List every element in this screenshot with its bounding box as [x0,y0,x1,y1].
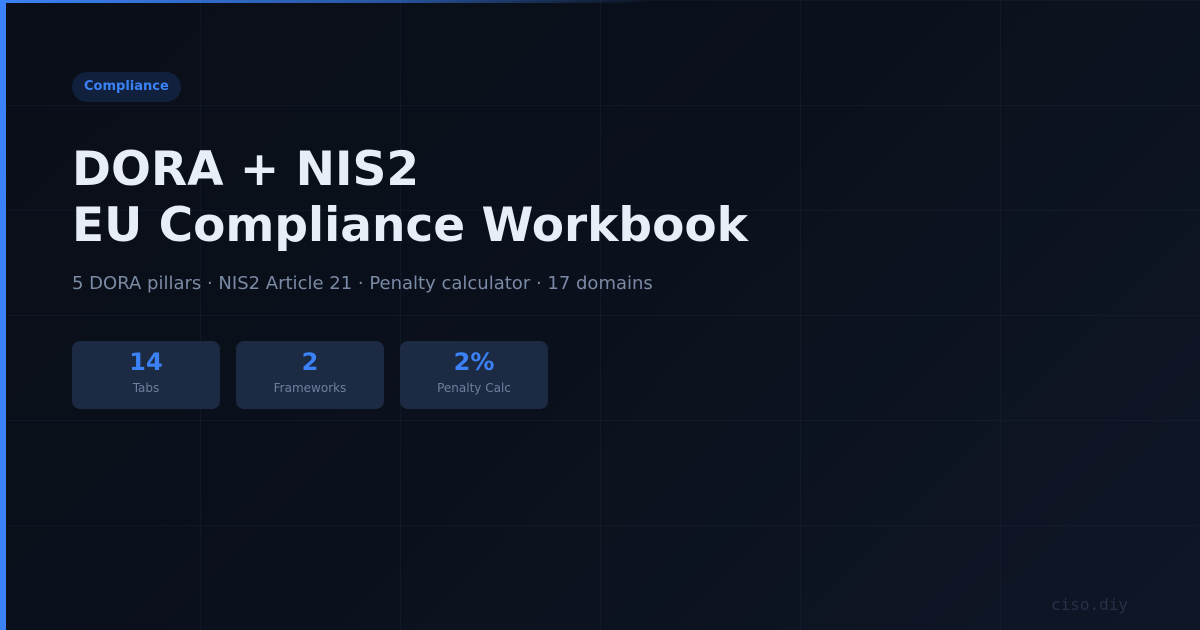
accent-top-line [0,0,650,3]
stat-label: Frameworks [273,381,347,395]
stat-value: 2 [301,348,319,376]
stat-value: 2% [453,348,495,376]
stat-label: Penalty Calc [437,381,511,395]
stat-label: Tabs [132,381,160,395]
site-watermark: ciso.diy [1051,595,1129,614]
background-grid [0,0,1200,630]
stat-value: 14 [129,348,163,376]
stat-penalty-calc: 2% Penalty Calc [400,341,548,409]
title-line-1: DORA + NIS2 [72,142,420,197]
stat-tabs: 14 Tabs [72,341,220,409]
accent-left-bar [0,0,6,630]
page-title: DORA + NIS2 EU Compliance Workbook [72,142,748,254]
stats-row: 14 Tabs 2 Frameworks 2% Penalty Calc [72,341,548,409]
preview-card: Compliance DORA + NIS2 EU Compliance Wor… [0,0,1200,630]
stat-frameworks: 2 Frameworks [236,341,384,409]
category-badge: Compliance [72,72,181,102]
title-line-2: EU Compliance Workbook [72,198,748,253]
subtitle: 5 DORA pillars · NIS2 Article 21 · Penal… [72,273,653,294]
